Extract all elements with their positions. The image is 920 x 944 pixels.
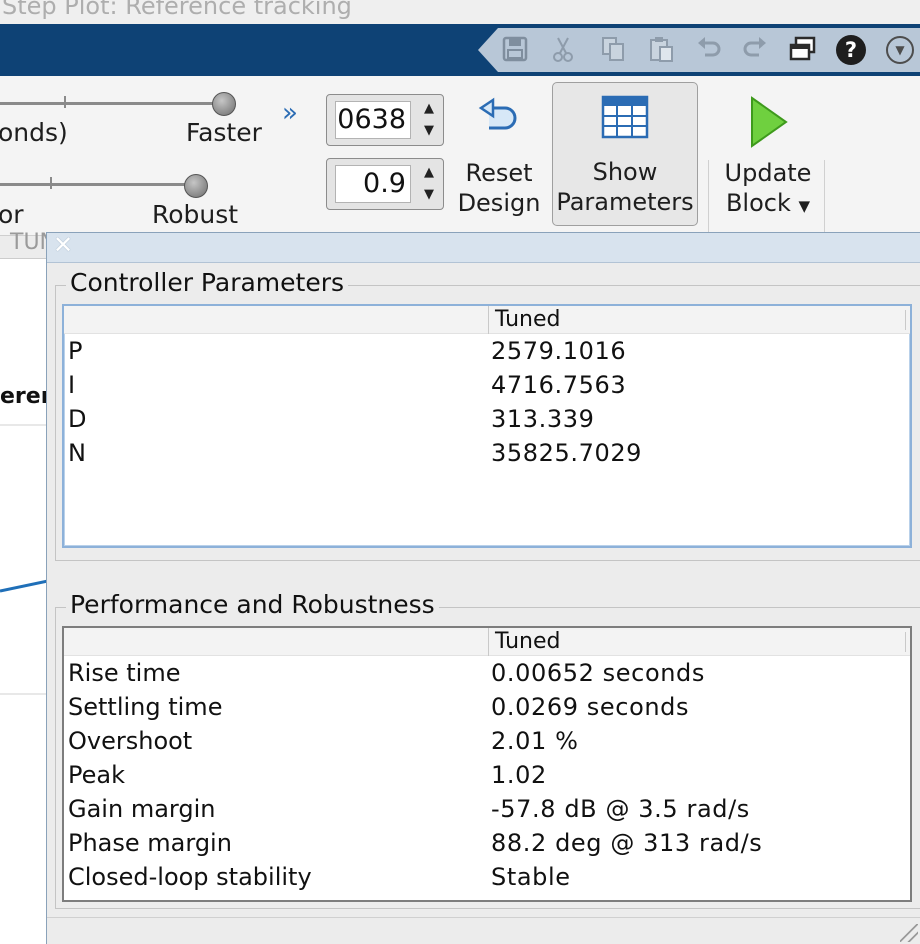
transient-right-label: Robust [152, 200, 239, 229]
table-row[interactable]: Settling time 0.0269 seconds [64, 690, 910, 724]
update-block-button[interactable]: Update Block ▼ [718, 96, 818, 221]
param-name: N [68, 439, 86, 467]
header-divider [905, 310, 906, 330]
save-icon[interactable] [500, 35, 530, 65]
close-icon[interactable]: ✕ [53, 231, 73, 259]
transient-left-label: or [0, 200, 24, 229]
metric-value: 88.2 deg @ 313 rad/s [491, 829, 763, 857]
tuned-column-header[interactable]: Tuned [488, 628, 560, 656]
header-divider [905, 632, 906, 652]
metric-value: Stable [491, 863, 571, 891]
metric-value: 0.0269 seconds [491, 693, 690, 721]
plot-background [0, 258, 48, 944]
spin-up-icon[interactable]: ▲ [420, 164, 438, 182]
spin-down-icon[interactable]: ▼ [420, 122, 438, 140]
table-header: Tuned [64, 628, 910, 656]
undo-icon[interactable] [694, 35, 724, 65]
transient-field[interactable]: 0.9 [335, 165, 411, 203]
metric-name: Closed-loop stability [68, 863, 312, 891]
dialog-divider [47, 917, 920, 918]
transient-slider-track[interactable] [0, 183, 198, 186]
dropdown-arrow-icon[interactable]: ▼ [799, 197, 811, 215]
response-time-spinner[interactable]: 0638 ▲ ▼ [326, 94, 444, 146]
transient-spinner[interactable]: 0.9 ▲ ▼ [326, 158, 444, 210]
table-row[interactable]: D 313.339 [64, 402, 910, 436]
table-row[interactable]: Overshoot 2.01 % [64, 724, 910, 758]
performance-robustness-title: Performance and Robustness [66, 590, 439, 619]
cut-icon[interactable] [548, 35, 578, 65]
table-header: Tuned [64, 306, 910, 334]
expand-chevron-icon[interactable]: » [282, 98, 298, 128]
app-window: Step Plot: Reference tracking ? ▼ onds) … [0, 0, 920, 944]
show-parameters-button[interactable]: Show Parameters [552, 82, 698, 226]
spin-down-icon[interactable]: ▼ [420, 186, 438, 204]
table-row[interactable]: Peak 1.02 [64, 758, 910, 792]
param-value: 35825.7029 [491, 439, 643, 467]
restore-window-icon[interactable] [788, 35, 818, 65]
plot-fragment [0, 424, 48, 695]
window-title: Step Plot: Reference tracking [0, 0, 920, 24]
param-name: P [68, 337, 83, 365]
paste-icon[interactable] [646, 35, 676, 65]
response-time-field[interactable]: 0638 [335, 101, 411, 139]
slider-tick [50, 177, 52, 189]
spin-up-icon[interactable]: ▲ [420, 100, 438, 118]
param-name: D [68, 405, 87, 433]
table-row[interactable]: Gain margin -57.8 dB @ 3.5 rad/s [64, 792, 910, 826]
dialog-titlebar[interactable]: ✕ [47, 231, 920, 263]
response-time-slider-thumb[interactable] [212, 92, 236, 116]
response-time-slider-track[interactable] [0, 102, 226, 105]
table-row[interactable]: I 4716.7563 [64, 368, 910, 402]
response-time-right-label: Faster [186, 118, 262, 147]
metric-name: Rise time [68, 659, 181, 687]
controller-parameters-title: Controller Parameters [66, 268, 349, 297]
table-row[interactable]: Phase margin 88.2 deg @ 313 rad/s [64, 826, 910, 860]
play-icon [718, 96, 818, 158]
show-parameters-label-2: Parameters [556, 188, 694, 216]
metric-value: 0.00652 seconds [491, 659, 705, 687]
param-name: I [68, 371, 76, 399]
metric-name: Peak [68, 761, 125, 789]
help-icon[interactable]: ? [836, 35, 866, 65]
show-parameters-label-1: Show [592, 158, 658, 186]
table-row[interactable]: Closed-loop stability Stable [64, 860, 910, 894]
metric-name: Settling time [68, 693, 223, 721]
metric-value: 2.01 % [491, 727, 579, 755]
reset-design-button[interactable]: Reset Design [456, 96, 542, 218]
metric-value: 1.02 [491, 761, 547, 789]
param-value: 4716.7563 [491, 371, 627, 399]
param-value: 313.339 [491, 405, 595, 433]
table-icon [601, 95, 649, 143]
transient-slider-thumb[interactable] [184, 174, 208, 198]
resize-grip-icon[interactable] [900, 924, 918, 942]
table-row[interactable]: Rise time 0.00652 seconds [64, 656, 910, 690]
copy-icon[interactable] [598, 35, 628, 65]
controller-parameters-table[interactable]: Tuned P 2579.1016 I 4716.7563 D 313.339 N 35… [62, 304, 912, 548]
tuned-column-header[interactable]: Tuned [488, 306, 560, 334]
metric-name: Gain margin [68, 795, 216, 823]
reset-design-label-2: Design [457, 189, 541, 217]
performance-robustness-group: Performance and Robustness Tuned Rise ti… [55, 590, 920, 909]
param-value: 2579.1016 [491, 337, 627, 365]
metric-name: Phase margin [68, 829, 232, 857]
parameters-dialog: ✕ Controller Parameters Tuned P 2579.1016… [46, 231, 920, 944]
redo-icon[interactable] [740, 35, 770, 65]
menu-icon[interactable]: ▼ [886, 36, 914, 64]
toolstrip: onds) Faster or Robust » 0638 ▲ ▼ 0.9 ▲ … [0, 76, 920, 300]
reset-icon [456, 96, 542, 158]
response-time-left-label: onds) [0, 118, 68, 147]
reset-design-label-1: Reset [465, 159, 533, 187]
slider-tick [64, 96, 66, 108]
table-row[interactable]: N 35825.7029 [64, 436, 910, 470]
table-row[interactable]: P 2579.1016 [64, 334, 910, 368]
update-block-label-2: Block ▼ [725, 189, 811, 217]
update-block-label-1: Update [724, 159, 812, 187]
performance-table[interactable]: Tuned Rise time 0.00652 seconds Settling … [62, 626, 912, 902]
controller-parameters-group: Controller Parameters Tuned P 2579.1016 I… [55, 268, 920, 561]
metric-value: -57.8 dB @ 3.5 rad/s [491, 795, 750, 823]
metric-name: Overshoot [68, 727, 193, 755]
quick-access-bar: ? ▼ [0, 24, 920, 76]
